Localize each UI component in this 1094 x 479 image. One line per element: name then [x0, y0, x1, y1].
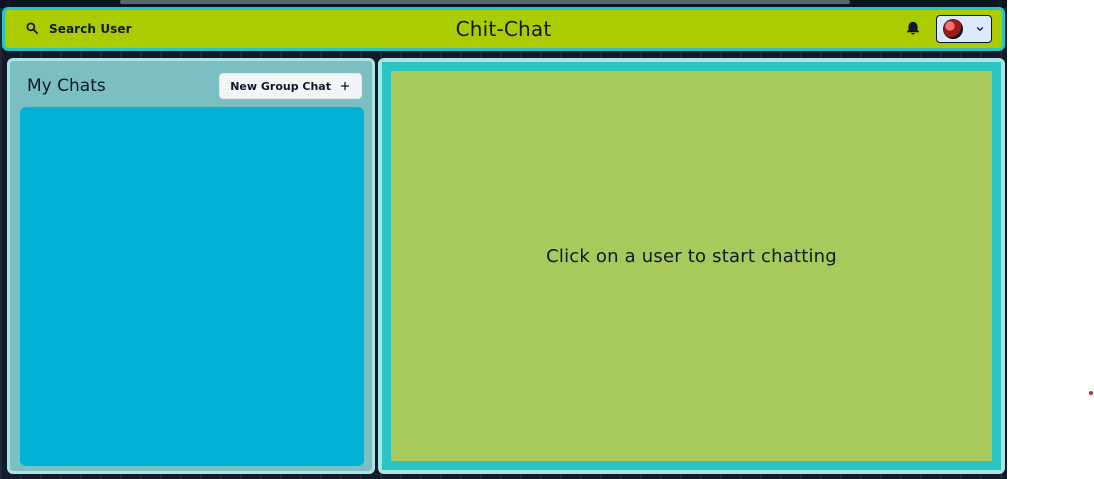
chat-panel: Click on a user to start chatting	[378, 58, 1005, 474]
top-header: Search User Chit-Chat	[2, 7, 1005, 51]
empty-state-text: Click on a user to start chatting	[546, 245, 837, 267]
profile-menu-button[interactable]	[936, 15, 992, 43]
my-chats-header: My Chats New Group Chat	[20, 71, 362, 101]
header-actions	[900, 15, 992, 43]
my-chats-title: My Chats	[27, 76, 106, 96]
top-strip	[120, 0, 850, 4]
chat-empty-state-area: Click on a user to start chatting	[382, 62, 1001, 470]
app-title: Chit-Chat	[455, 17, 552, 41]
chat-list[interactable]	[20, 107, 364, 466]
notifications-button[interactable]	[900, 16, 926, 42]
red-dot	[1089, 391, 1093, 395]
app-window: Search User Chit-Chat My Chats New Group…	[0, 0, 1007, 479]
search-user-button[interactable]: Search User	[17, 14, 140, 44]
avatar	[943, 19, 963, 39]
my-chats-panel: My Chats New Group Chat	[7, 58, 375, 474]
search-user-label: Search User	[49, 22, 132, 36]
chevron-down-icon	[975, 24, 985, 34]
plus-icon	[339, 80, 351, 92]
new-group-chat-button[interactable]: New Group Chat	[219, 73, 362, 99]
bell-icon	[904, 18, 922, 40]
search-icon	[25, 20, 39, 39]
new-group-chat-label: New Group Chat	[230, 79, 331, 93]
